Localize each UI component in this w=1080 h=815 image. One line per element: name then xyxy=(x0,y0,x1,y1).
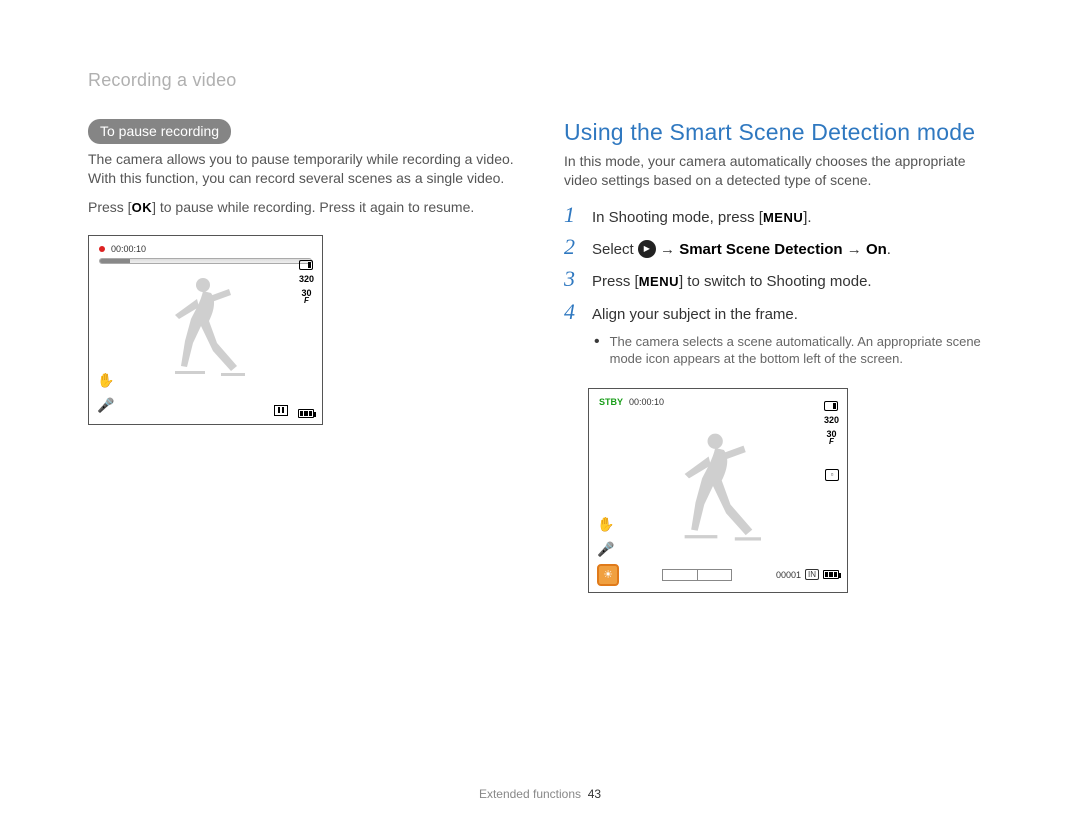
stby-label: STBY xyxy=(599,397,623,407)
scene-mode-badge-icon: ☀ xyxy=(597,564,619,586)
step-2: 2 Select ▶ → Smart Scene Detection → On. xyxy=(564,236,998,260)
step-4: 4 Align your subject in the frame. xyxy=(564,301,998,325)
menu-label: MENU xyxy=(639,274,679,289)
text-fragment: → xyxy=(843,241,866,258)
right-column: Using the Smart Scene Detection mode In … xyxy=(564,119,998,593)
stabilization-icon: ✋ xyxy=(597,516,614,533)
internal-storage-badge: IN xyxy=(805,569,819,580)
bullet-text: The camera selects a scene automatically… xyxy=(610,333,998,368)
step-1: 1 In Shooting mode, press [MENU]. xyxy=(564,204,998,228)
video-mode-icon: ▶ xyxy=(638,240,656,258)
skater-silhouette-icon xyxy=(151,271,251,381)
skater-silhouette-icon xyxy=(658,426,768,546)
resolution-indicator: 320 xyxy=(299,274,314,284)
page-footer: Extended functions 43 xyxy=(0,787,1080,801)
text-fragment: → xyxy=(656,241,679,258)
elapsed-time: 00:00:10 xyxy=(629,397,664,407)
smart-scene-intro: In this mode, your camera automatically … xyxy=(564,152,998,190)
bold-text: On xyxy=(866,241,887,258)
step-number: 2 xyxy=(564,236,582,258)
shot-counter: 00001 xyxy=(776,570,801,580)
elapsed-time: 00:00:10 xyxy=(111,244,146,254)
menu-label: MENU xyxy=(763,210,803,225)
battery-icon xyxy=(823,570,839,579)
step-number: 4 xyxy=(564,301,582,323)
step-3: 3 Press [MENU] to switch to Shooting mod… xyxy=(564,268,998,292)
left-column: To pause recording The camera allows you… xyxy=(88,119,522,593)
camera-screen-stby: STBY 00:00:10 320 30 F ▫ ✋ 🎤 xyxy=(588,388,848,593)
stabilization-icon: ✋ xyxy=(97,372,114,389)
resolution-indicator: 320 xyxy=(824,415,839,425)
bullet-dot-icon: • xyxy=(594,333,600,368)
step-4-bullet: • The camera selects a scene automatical… xyxy=(594,333,998,368)
breadcrumb: Recording a video xyxy=(88,70,998,91)
step-text: Align your subject in the frame. xyxy=(592,305,798,325)
scene-indicator-small-icon: ▫ xyxy=(825,469,839,481)
smart-scene-heading: Using the Smart Scene Detection mode xyxy=(564,119,998,146)
text-fragment: ] to pause while recording. Press it aga… xyxy=(152,199,474,215)
page-number: 43 xyxy=(588,787,601,801)
ok-label: OK xyxy=(132,200,153,215)
pause-description: The camera allows you to pause temporari… xyxy=(88,150,522,188)
battery-icon xyxy=(298,409,314,418)
text-fragment: ]. xyxy=(803,209,811,226)
text-fragment: Press [ xyxy=(88,199,132,215)
text-fragment: ] to switch to Shooting mode. xyxy=(679,273,872,290)
step-number: 1 xyxy=(564,204,582,226)
text-fragment: . xyxy=(887,241,891,258)
record-progress-bar xyxy=(99,258,312,264)
bold-text: Smart Scene Detection xyxy=(679,241,842,258)
text-fragment: In Shooting mode, press [ xyxy=(592,209,763,226)
camera-screen-recording: 00:00:10 320 30 F ✋ 🎤 xyxy=(88,235,323,425)
text-fragment: Select xyxy=(592,241,638,258)
storage-card-icon xyxy=(299,260,313,270)
text-fragment: Press [ xyxy=(592,273,639,290)
step-number: 3 xyxy=(564,268,582,290)
mic-icon: 🎤 xyxy=(597,541,614,558)
zoom-indicator-bar xyxy=(662,569,732,581)
record-dot-icon xyxy=(99,246,105,252)
storage-card-icon xyxy=(824,401,838,411)
pause-recording-pill: To pause recording xyxy=(88,119,231,144)
footer-section: Extended functions xyxy=(479,787,581,801)
pause-instruction: Press [OK] to pause while recording. Pre… xyxy=(88,198,522,217)
